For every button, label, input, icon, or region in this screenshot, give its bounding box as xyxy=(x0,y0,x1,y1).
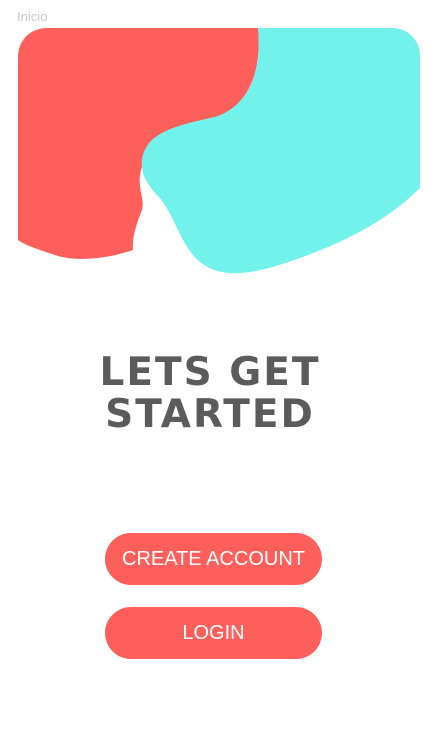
headline-line-1: LETS GET xyxy=(99,350,321,395)
login-button[interactable]: LOGIN xyxy=(105,607,322,659)
create-account-button[interactable]: CREATE ACCOUNT xyxy=(105,533,322,585)
headline-line-2: STARTED xyxy=(105,392,315,437)
hero-illustration xyxy=(18,28,420,274)
page-title: LETS GET STARTED xyxy=(0,352,420,436)
